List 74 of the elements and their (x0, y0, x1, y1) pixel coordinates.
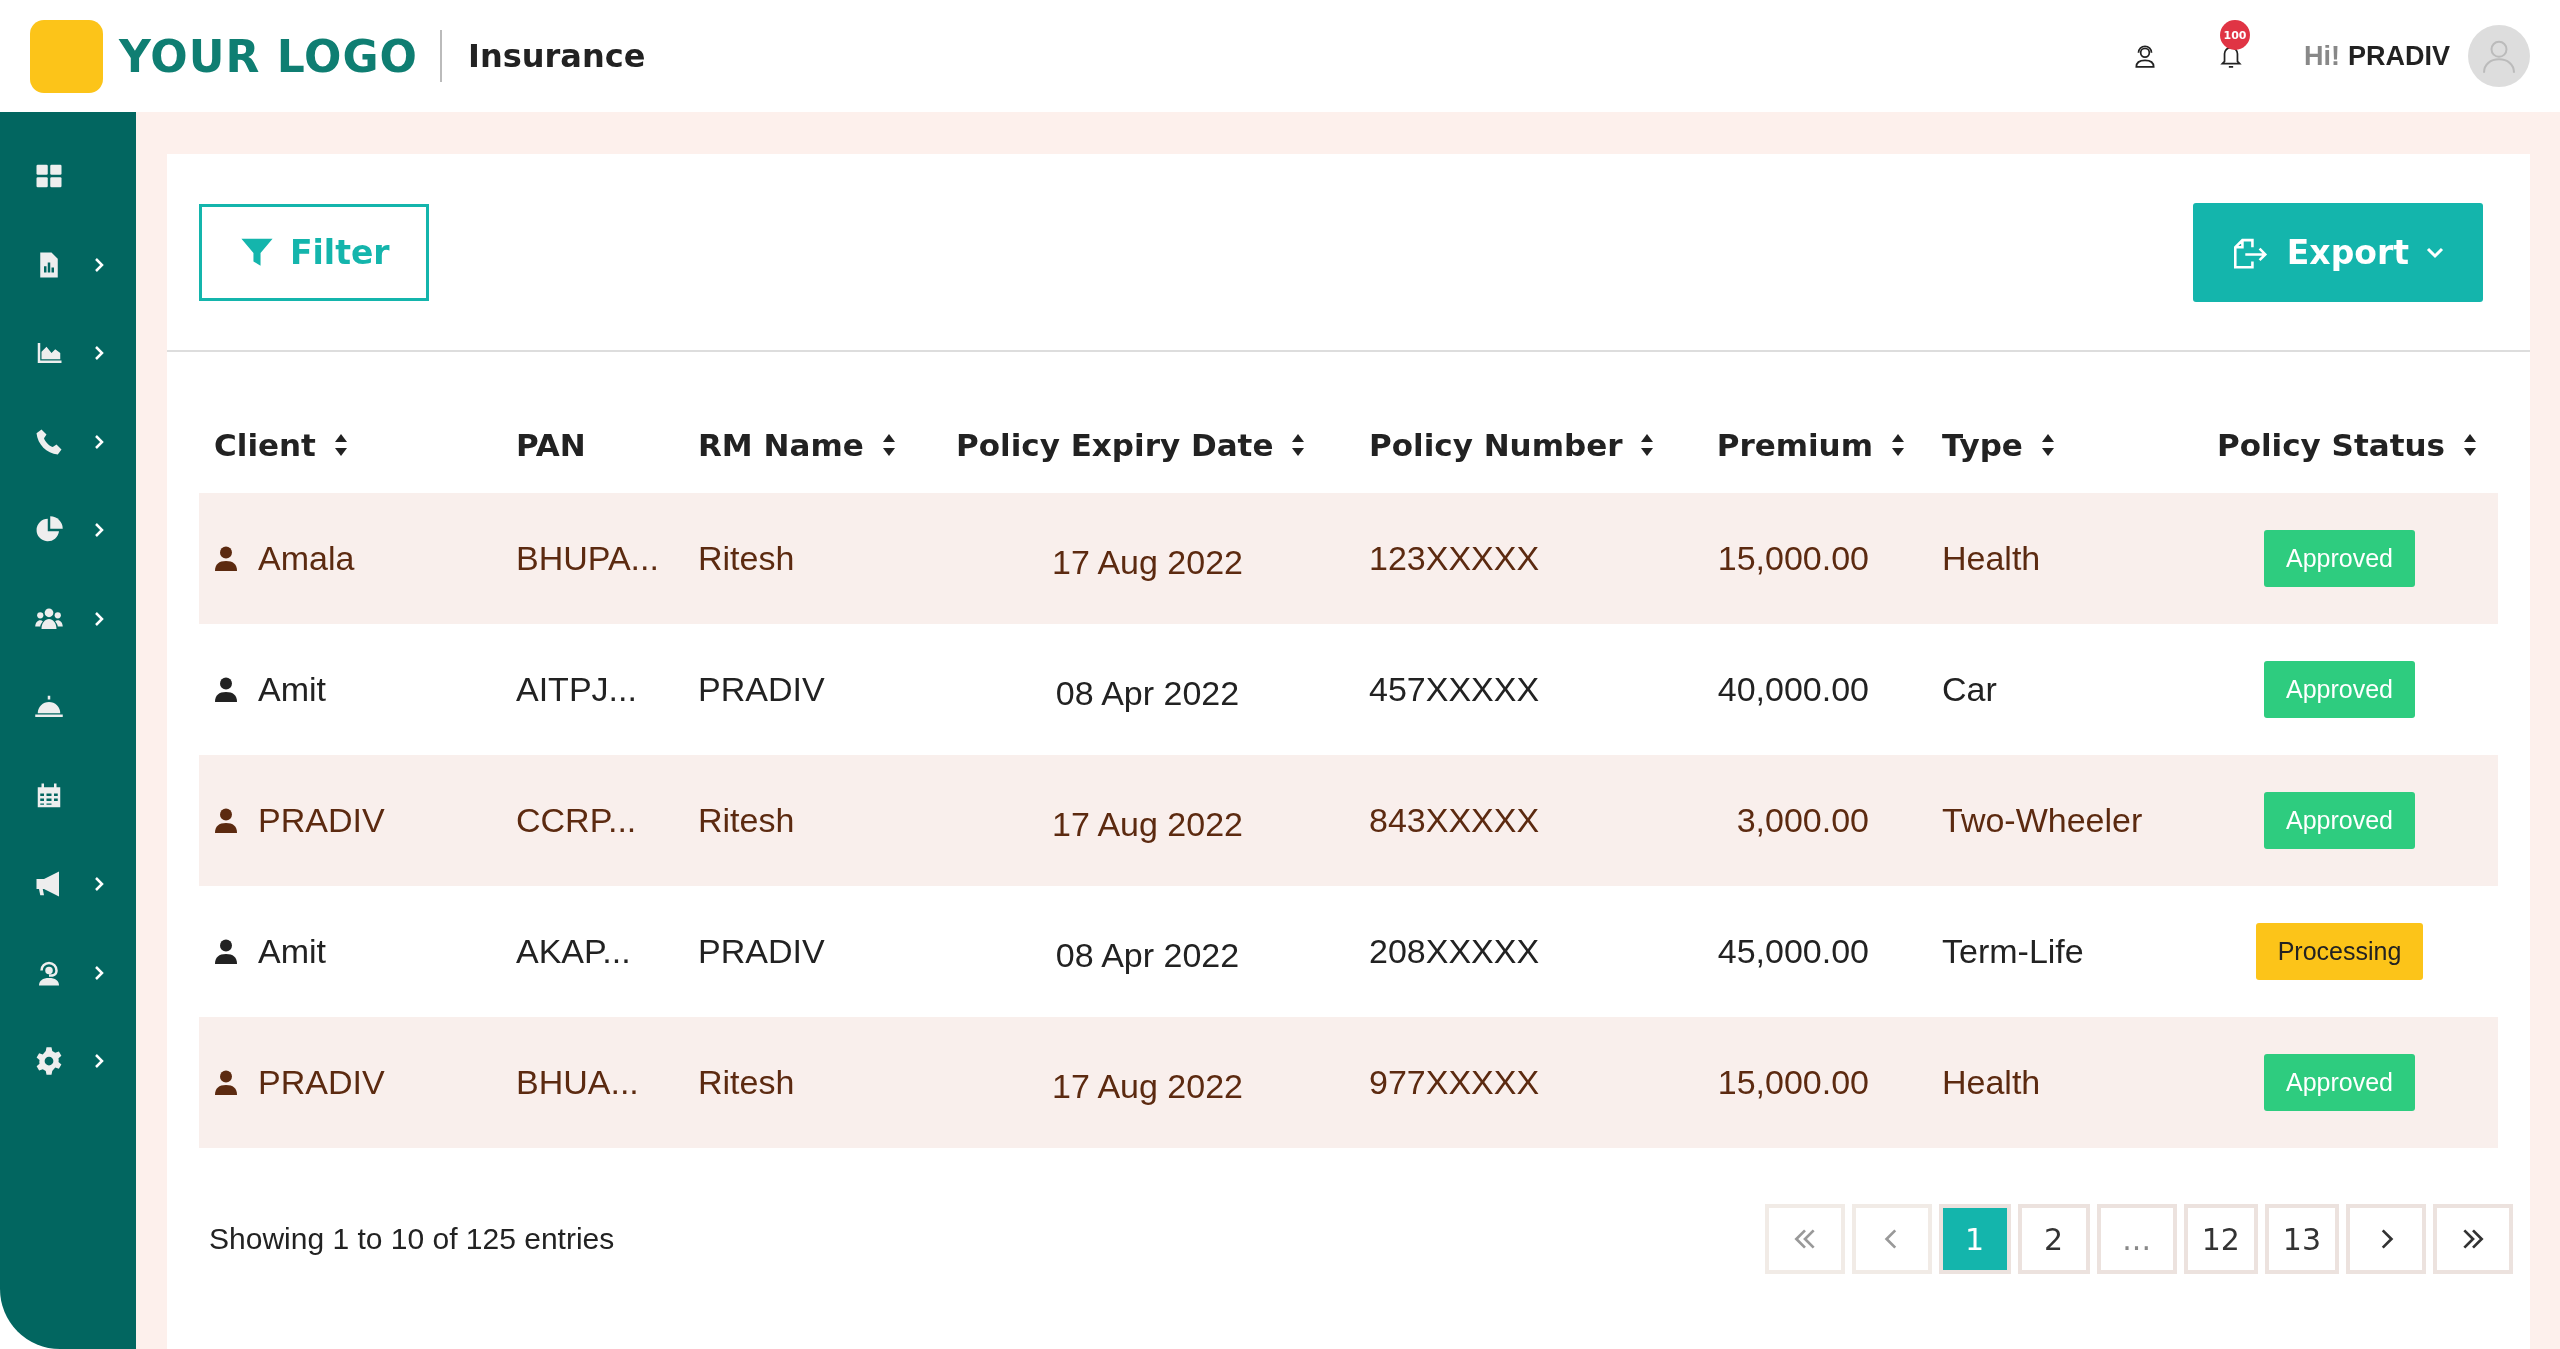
column-header: Client (214, 426, 316, 463)
table-cell-text: 45,000.00 (1716, 932, 1870, 971)
status-tag: Approved (2264, 792, 2415, 849)
table-cell-text: 17 Aug 2022 (1051, 1066, 1244, 1106)
column-header: Policy Number (1369, 426, 1623, 463)
sort-icon[interactable] (1891, 432, 1905, 457)
table-cell-text: 208XXXXX (1368, 932, 1541, 971)
status-tag: Approved (2264, 661, 2415, 718)
table-cell-text: Car (1941, 670, 1998, 709)
settings-icon[interactable] (34, 1046, 64, 1077)
user-icon (214, 545, 238, 572)
headset-user-icon[interactable] (2132, 43, 2158, 69)
table-cell-text: 977XXXXX (1368, 1063, 1541, 1102)
sort-icon[interactable] (333, 432, 348, 457)
table-cell-text: 843XXXXX (1368, 801, 1541, 840)
table-cell-text: 123XXXXX (1368, 539, 1541, 578)
page-button[interactable]: 13 (2264, 1204, 2339, 1274)
table-cell-text: PRADIV (697, 932, 826, 971)
table-cell-text: Ritesh (697, 1063, 796, 1102)
notification-count: 100 (2220, 20, 2250, 50)
column-header: Policy Expiry Date (956, 426, 1274, 463)
client-name: Amala (258, 539, 355, 578)
table-cell-text: Two-Wheeler (1941, 801, 2144, 840)
page-button[interactable]: 12 (2183, 1204, 2258, 1274)
table-cell-text: 08 Apr 2022 (1054, 935, 1241, 975)
column-header: Type (1942, 426, 2023, 463)
entries-summary: Showing 1 to 10 of 125 entries (209, 1222, 615, 1256)
client-name: PRADIV (258, 1063, 385, 1102)
table-cell-text: 40,000.00 (1716, 670, 1870, 709)
table-cell-text: Health (1941, 1063, 2042, 1102)
user-icon (214, 938, 238, 965)
table-cell-text: 17 Aug 2022 (1051, 542, 1244, 582)
column-header: Policy Status (2216, 426, 2446, 463)
client-name: Amit (258, 670, 326, 709)
table-cell-text: PRADIV (697, 670, 826, 709)
pagination-ellipsis: ... (2096, 1204, 2177, 1274)
table-cell-text: AITPJ... (515, 670, 638, 709)
table-cell-text: 3,000.00 (1735, 801, 1870, 840)
sort-icon[interactable] (2463, 432, 2478, 457)
table-cell-text: 15,000.00 (1716, 1063, 1870, 1102)
table-cell-text: 15,000.00 (1716, 539, 1870, 578)
table-cell-text: CCRP... (515, 801, 638, 840)
last-page-button[interactable] (2433, 1204, 2513, 1274)
table-cell-text: BHUA... (515, 1063, 640, 1102)
caret-icon (2425, 245, 2445, 260)
table-cell-text: 08 Apr 2022 (1054, 673, 1241, 713)
table-cell-text: AKAP... (515, 932, 632, 971)
sort-icon[interactable] (1291, 432, 1306, 457)
sort-icon[interactable] (881, 432, 896, 457)
user-icon (214, 807, 238, 834)
app-title: Insurance (468, 37, 646, 75)
status-tag: Approved (2264, 1054, 2415, 1111)
table-cell-text: Ritesh (697, 539, 796, 578)
client-name: PRADIV (258, 801, 385, 840)
client-name: Amit (258, 932, 326, 971)
status-tag: Processing (2255, 923, 2424, 980)
column-header: RM Name (698, 426, 864, 463)
table-cell-text: BHUPA... (515, 539, 660, 578)
logo-text: YOUR LOGO (119, 30, 419, 82)
table-cell-text: Health (1941, 539, 2042, 578)
sort-icon[interactable] (1640, 432, 1655, 457)
column-header: PAN (516, 426, 586, 463)
user-name: PRADIV (2348, 40, 2450, 72)
user-icon (214, 1069, 238, 1096)
table-cell-text: 17 Aug 2022 (1051, 804, 1244, 844)
table-cell-text: 457XXXXX (1368, 670, 1541, 709)
table-cell-text: Term-Life (1941, 932, 2085, 971)
greeting: Hi! (2304, 40, 2340, 72)
status-tag: Approved (2264, 530, 2415, 587)
table-cell-text: Ritesh (697, 801, 796, 840)
column-header: Premium (1716, 426, 1873, 463)
user-icon (214, 676, 238, 703)
sort-icon[interactable] (2040, 432, 2055, 457)
page-button[interactable]: 2 (2017, 1204, 2090, 1274)
